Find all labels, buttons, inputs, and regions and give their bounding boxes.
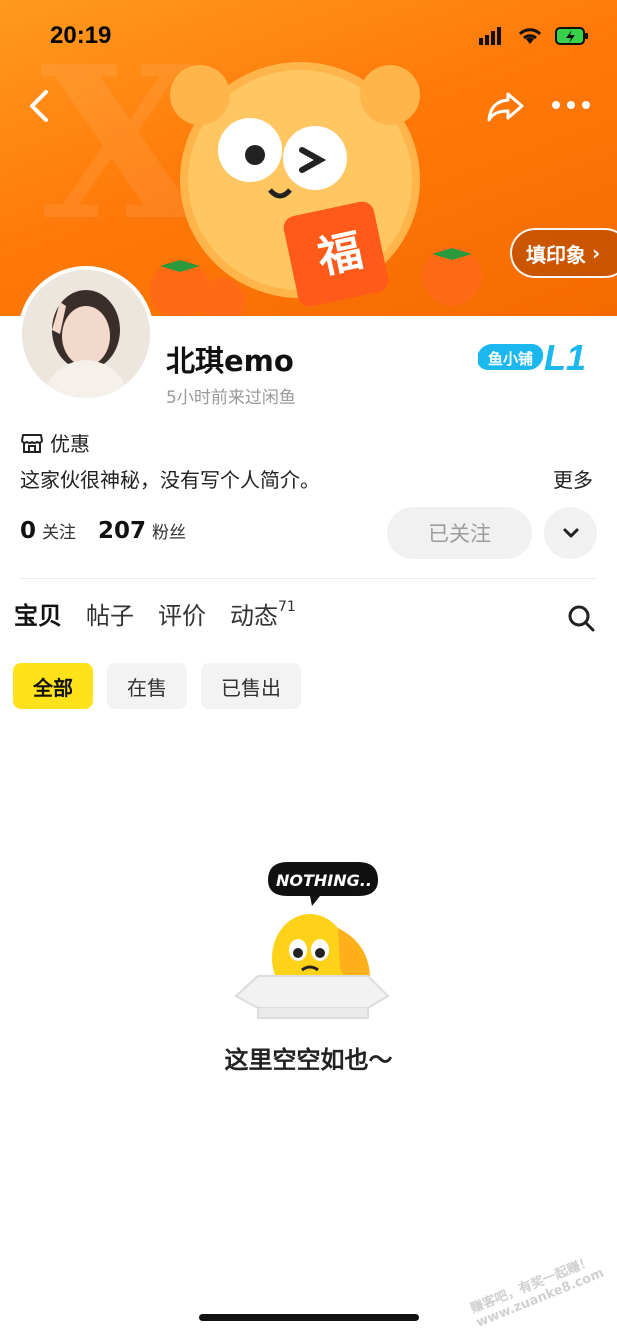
empty-bubble-text: NOTHING.. <box>276 871 372 890</box>
following-count[interactable]: 0 <box>20 518 36 544</box>
impression-stamp-button[interactable]: 填印象 › <box>510 228 617 278</box>
promo-row[interactable]: 优惠 <box>20 428 90 457</box>
avatar[interactable] <box>18 266 154 402</box>
share-icon[interactable] <box>486 86 526 126</box>
bio-text: 这家伙很神秘，没有写个人简介。 <box>20 468 320 492</box>
tab-reviews[interactable]: 评价 <box>158 596 206 631</box>
divider <box>20 578 597 579</box>
tab-activity[interactable]: 动态71 <box>230 596 296 631</box>
username: 北琪emo <box>166 344 294 378</box>
back-arrow-icon[interactable] <box>22 86 62 126</box>
wifi-icon <box>518 28 542 44</box>
status-time: 20:19 <box>50 22 112 49</box>
avatar-photo <box>22 270 150 398</box>
following-label[interactable]: 关注 <box>42 518 76 543</box>
tab-items[interactable]: 宝贝 <box>12 596 64 633</box>
more-link[interactable]: 更多 <box>553 464 593 493</box>
tab-activity-count: 71 <box>278 599 296 615</box>
expand-button[interactable] <box>544 507 597 559</box>
filter-on-sale[interactable]: 在售 <box>107 663 187 709</box>
filter-chips: 全部 在售 已售出 <box>13 663 301 709</box>
stats-row: 0 关注 207 粉丝 <box>20 518 202 544</box>
more-options-icon[interactable] <box>550 90 592 120</box>
tab-posts[interactable]: 帖子 <box>86 596 134 631</box>
tab-activity-label: 动态 <box>230 602 278 630</box>
store-level-badge[interactable]: 鱼小铺 L1 <box>478 336 600 376</box>
filter-all[interactable]: 全部 <box>13 663 93 709</box>
content-tabs: 宝贝 帖子 评价 动态71 <box>12 596 296 633</box>
last-seen-text: 5小时前来过闲鱼 <box>166 388 296 408</box>
empty-state-illustration: NOTHING.. <box>234 862 390 1019</box>
cellular-signal-icon <box>479 27 501 45</box>
battery-charging-icon <box>555 27 588 45</box>
impression-stamp-label: 填印象 <box>526 242 586 267</box>
chevron-right-icon: › <box>592 241 601 265</box>
promo-label: 优惠 <box>50 432 90 456</box>
home-indicator[interactable] <box>199 1314 419 1321</box>
search-icon[interactable] <box>566 603 596 633</box>
tab-reviews-label: 评价 <box>158 602 206 630</box>
followers-label[interactable]: 粉丝 <box>152 518 186 543</box>
level-badge-label: 鱼小铺 <box>488 350 533 368</box>
chevron-down-icon <box>563 528 578 538</box>
status-icons <box>479 26 589 46</box>
follow-button[interactable]: 已关注 <box>387 507 532 559</box>
filter-sold[interactable]: 已售出 <box>201 663 301 709</box>
empty-state-message: 这里空空如也～ <box>224 1046 393 1074</box>
tiger-mascot-illustration: 福 <box>150 62 482 316</box>
shop-icon <box>21 433 43 453</box>
site-watermark: 赚客吧，有奖一起赚！ www.zuanke8.com <box>468 1254 607 1331</box>
level-text: L1 <box>544 337 586 376</box>
followers-count[interactable]: 207 <box>98 518 146 544</box>
tab-posts-label: 帖子 <box>86 602 134 630</box>
tab-items-label: 宝贝 <box>14 602 62 630</box>
